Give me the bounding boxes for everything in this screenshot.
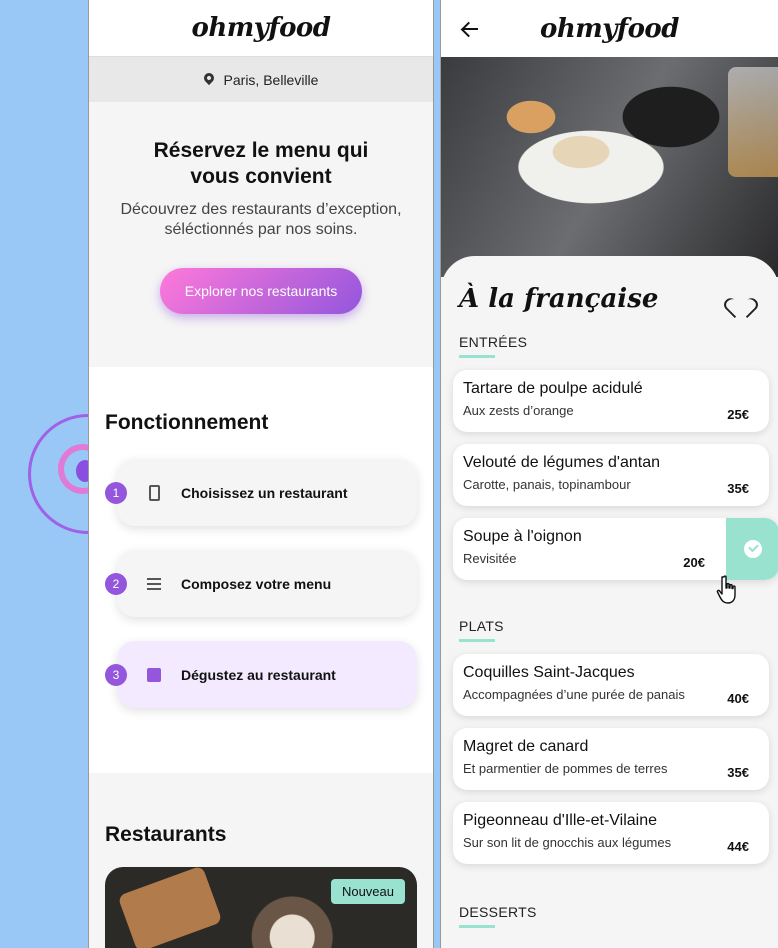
mobile-phone-icon — [147, 484, 161, 501]
restaurants-section: Restaurants Nouveau — [89, 773, 433, 948]
category-label: ENTRÉES — [459, 334, 528, 350]
step-item: 3 Dégustez au restaurant — [105, 641, 417, 708]
store-icon — [147, 667, 161, 683]
menu-screen: ohmyfood À la française ENTRÉES Tartare … — [440, 0, 778, 948]
category-label: DESSERTS — [459, 904, 537, 920]
pointer-hand-cursor-icon — [716, 575, 736, 604]
list-icon — [147, 576, 161, 592]
menu-title: À la française — [459, 284, 659, 314]
category-desserts: DESSERTS — [441, 904, 778, 928]
category-underline — [459, 925, 495, 928]
dish-card[interactable]: Coquilles Saint-Jacques Accompagnées d’u… — [453, 654, 769, 716]
category-plats: PLATS — [441, 618, 778, 642]
how-it-works-title: Fonctionnement — [105, 411, 269, 434]
restaurant-card[interactable]: Nouveau — [105, 867, 417, 948]
location-bar[interactable]: Paris, Belleville — [89, 57, 433, 102]
explore-restaurants-button[interactable]: Explorer nos restaurants — [160, 268, 362, 314]
step-label: Dégustez au restaurant — [181, 666, 336, 683]
dish-name: Tartare de poulpe acidulé — [463, 380, 643, 397]
new-badge: Nouveau — [330, 879, 405, 904]
dish-card-selected[interactable]: Soupe à l'oignon Revisitée 20€ — [453, 518, 778, 580]
step-item: 1 Choisissez un restaurant — [105, 459, 417, 526]
hero-section: Réservez le menu qui vous convient Décou… — [89, 102, 433, 367]
logo[interactable]: ohmyfood — [192, 13, 331, 43]
dish-description: Carotte, panais, topinambour — [463, 477, 631, 492]
selected-check-panel[interactable] — [726, 518, 778, 580]
home-screen: ohmyfood Paris, Belleville Réservez le m… — [88, 0, 434, 948]
hero-subtitle: Découvrez des restaurants d’exception, s… — [120, 201, 402, 238]
restaurant-photo — [117, 867, 223, 948]
location-pin-icon — [201, 70, 216, 85]
step-card[interactable]: Dégustez au restaurant — [117, 641, 417, 708]
dish-card[interactable]: Velouté de légumes d'antan Carotte, pana… — [453, 444, 769, 506]
restaurant-hero-image — [441, 57, 778, 277]
category-underline — [459, 355, 495, 358]
dish-price: 25€ — [727, 407, 749, 422]
glass-image-detail — [728, 67, 778, 177]
dish-card[interactable]: Magret de canard Et parmentier de pommes… — [453, 728, 769, 790]
dish-description: Aux zests d’orange — [463, 403, 574, 418]
dish-description: Accompagnées d’une purée de panais — [463, 687, 685, 702]
logo[interactable]: ohmyfood — [540, 14, 679, 44]
dish-card[interactable]: Pigeonneau d'Ille-et-Vilaine Sur son lit… — [453, 802, 769, 864]
dish-name: Coquilles Saint-Jacques — [463, 664, 635, 681]
dish-price: 44€ — [727, 839, 749, 854]
dish-card[interactable]: Tartare de poulpe acidulé Aux zests d’or… — [453, 370, 769, 432]
step-label: Composez votre menu — [181, 575, 332, 592]
category-underline — [459, 639, 495, 642]
heart-icon[interactable] — [729, 289, 751, 309]
back-arrow-icon[interactable] — [461, 20, 479, 38]
dish-price: 35€ — [727, 765, 749, 780]
dish-name: Velouté de légumes d'antan — [463, 454, 660, 471]
dish-name: Pigeonneau d'Ille-et-Vilaine — [463, 812, 658, 829]
step-label: Choisissez un restaurant — [181, 484, 348, 501]
step-card[interactable]: Choisissez un restaurant — [117, 459, 417, 526]
category-label: PLATS — [459, 618, 504, 634]
hero-title: Réservez le menu qui vous convient — [153, 139, 369, 188]
step-number: 1 — [105, 482, 127, 504]
step-card[interactable]: Composez votre menu — [117, 550, 417, 617]
step-number: 2 — [105, 573, 127, 595]
category-entrees: ENTRÉES — [441, 334, 778, 358]
header: ohmyfood — [441, 0, 778, 57]
dish-name: Magret de canard — [463, 738, 589, 755]
step-number: 3 — [105, 664, 127, 686]
dish-price: 35€ — [727, 481, 749, 496]
dish-description: Et parmentier de pommes de terres — [463, 761, 668, 776]
dish-description: Sur son lit de gnocchis aux légumes — [463, 835, 672, 850]
dish-price: 20€ — [683, 555, 705, 570]
how-it-works-section: Fonctionnement 1 Choisissez un restauran… — [89, 367, 433, 773]
dish-price: 40€ — [727, 691, 749, 706]
header: ohmyfood — [89, 0, 433, 57]
step-item: 2 Composez votre menu — [105, 550, 417, 617]
restaurants-title: Restaurants — [105, 823, 227, 846]
check-circle-icon — [743, 540, 762, 558]
location-label: Paris, Belleville — [223, 71, 319, 88]
